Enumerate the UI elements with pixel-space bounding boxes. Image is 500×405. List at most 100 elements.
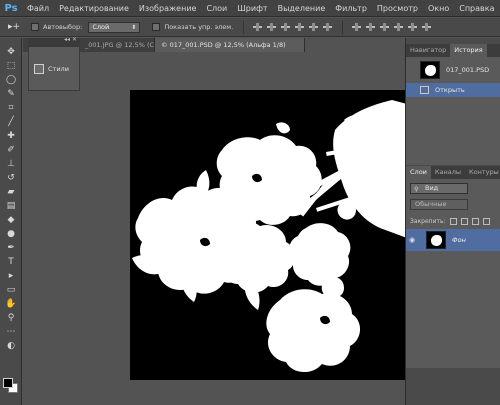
crop-icon[interactable]: ⌗ <box>4 102 18 114</box>
blend-mode-dropdown[interactable]: Обычные <box>410 199 468 210</box>
quick-select-icon[interactable]: ✎ <box>4 88 18 100</box>
styles-button[interactable]: Стили <box>34 62 76 76</box>
history-brush-icon[interactable]: ↺ <box>4 172 18 184</box>
alpha-channel-image <box>132 100 407 373</box>
distribute-bottom-icon[interactable] <box>379 22 390 32</box>
blend-mode-value: Обычные <box>415 200 447 208</box>
layers-panel: ⚲ Вид Обычные Закрепить: ◉ Фон <box>406 179 500 368</box>
tab-history[interactable]: История <box>450 44 487 57</box>
lock-row: Закрепить: <box>410 216 500 226</box>
pen-icon[interactable]: ✒ <box>4 242 18 254</box>
distribute-top-icon[interactable] <box>351 22 362 32</box>
collapse-icon[interactable]: ◂◂ ✕ <box>64 36 77 43</box>
history-snapshot[interactable]: 017_001.PSD <box>406 59 500 81</box>
styles-icon <box>34 64 44 74</box>
menu-image[interactable]: Изображение <box>134 0 202 17</box>
gradient-icon[interactable]: ▤ <box>4 200 18 212</box>
options-bar: ▸+ Автовыбор: Слой ⬍ Показать упр. элем. <box>0 18 500 37</box>
blur-icon[interactable]: ◆ <box>4 214 18 226</box>
snapshot-thumbnail <box>420 61 440 79</box>
photoshop-window: Ps Файл Редактирование Изображение Слои … <box>0 0 500 405</box>
healing-brush-icon[interactable]: ✚ <box>4 130 18 142</box>
brush-icon[interactable]: ✐ <box>4 144 18 156</box>
styles-label: Стили <box>48 65 69 73</box>
menu-filter[interactable]: Фильтр <box>330 0 372 17</box>
menu-window[interactable]: Окно <box>423 0 454 17</box>
lasso-icon[interactable]: ◯ <box>4 74 18 86</box>
autoselect-value: Слой <box>92 22 110 31</box>
tab-channels[interactable]: Каналы <box>431 166 465 179</box>
shape-icon[interactable]: ▭ <box>4 284 18 296</box>
zoom-icon[interactable]: ⚲ <box>4 312 18 324</box>
right-dock: Навигатор История 017_001.PSD Открыть Сл… <box>405 38 500 405</box>
menu-type[interactable]: Шрифт <box>232 0 272 17</box>
hand-icon[interactable]: ✋ <box>4 298 18 310</box>
document-canvas[interactable] <box>130 90 407 380</box>
separator <box>342 20 344 34</box>
lock-all-icon[interactable] <box>482 217 490 225</box>
eye-icon[interactable]: ◉ <box>409 236 419 244</box>
align-left-icon[interactable] <box>294 22 305 32</box>
menu-select[interactable]: Выделение <box>273 0 331 17</box>
distribute-right-icon[interactable] <box>421 22 432 32</box>
layers-panel-tabs: Слои Каналы Контуры <box>406 166 500 179</box>
lock-pixels-icon[interactable] <box>460 217 468 225</box>
snapshot-name: 017_001.PSD <box>446 66 490 74</box>
layer-row[interactable]: ◉ Фон <box>406 229 500 251</box>
tab-paths[interactable]: Контуры <box>465 166 500 179</box>
tab-document-2[interactable]: © 017_001.PSD @ 12,5% (Альфа 1/8) <box>155 38 305 52</box>
tab-navigator[interactable]: Навигатор <box>406 44 450 57</box>
clone-stamp-icon[interactable]: ⊥ <box>4 158 18 170</box>
move-tool-icon[interactable]: ▸+ <box>3 20 25 34</box>
align-top-icon[interactable] <box>252 22 263 32</box>
menu-help[interactable]: Справка <box>454 0 499 17</box>
lock-label: Закрепить: <box>410 217 446 225</box>
align-buttons <box>252 22 336 32</box>
menu-layers[interactable]: Слои <box>201 0 232 17</box>
history-panel-tabs: Навигатор История <box>406 44 500 57</box>
autoselect-dropdown[interactable]: Слой ⬍ <box>88 21 141 33</box>
lock-position-icon[interactable] <box>471 217 479 225</box>
marquee-icon[interactable]: ⬚ <box>4 60 18 72</box>
distribute-hcenter-icon[interactable] <box>407 22 418 32</box>
tab-layers[interactable]: Слои <box>406 166 431 179</box>
dodge-icon[interactable]: ● <box>4 228 18 240</box>
foreground-color-swatch[interactable] <box>3 378 13 388</box>
history-state-label: Открыть <box>435 86 465 94</box>
move-icon[interactable]: ✥ <box>4 46 18 58</box>
eyedropper-icon[interactable]: ╱ <box>4 116 18 128</box>
search-icon: ⚲ <box>414 186 419 193</box>
eraser-icon[interactable]: ▰ <box>4 186 18 198</box>
type-icon[interactable]: T <box>4 256 18 268</box>
align-right-icon[interactable] <box>322 22 333 32</box>
align-vcenter-icon[interactable] <box>266 22 277 32</box>
lock-transparency-icon[interactable] <box>449 217 457 225</box>
styles-panel-header[interactable]: ◂◂ ✕ <box>28 36 80 46</box>
layer-kind-filter[interactable]: ⚲ Вид <box>410 183 468 194</box>
show-controls-checkbox[interactable] <box>152 23 161 31</box>
layer-thumbnail <box>426 231 446 249</box>
history-panel: 017_001.PSD Открыть <box>406 57 500 165</box>
align-bottom-icon[interactable] <box>280 22 291 32</box>
app-logo: Ps <box>4 2 18 14</box>
history-state-open[interactable]: Открыть <box>406 83 500 97</box>
tools-panel: ✥ ⬚ ◯ ✎ ⌗ ╱ ✚ ✐ ⊥ ↺ ▰ ▤ ◆ ● ✒ T ▸ ▭ ✋ ⚲ … <box>0 38 22 405</box>
more-tools-icon[interactable]: ⋯ <box>4 326 18 338</box>
styles-panel: Стили <box>28 46 80 91</box>
menu-file[interactable]: Файл <box>22 0 54 17</box>
edit-toolbar-icon[interactable]: ◐ <box>4 340 18 352</box>
menu-edit[interactable]: Редактирование <box>54 0 134 17</box>
menu-view[interactable]: Просмотр <box>372 0 423 17</box>
document-tabs: _001.JPG @ 12,5% (Слой 0, RGB/8#) * © 01… <box>23 38 404 52</box>
separator <box>243 20 245 34</box>
align-hcenter-icon[interactable] <box>308 22 319 32</box>
autoselect-checkbox[interactable] <box>31 23 39 31</box>
layer-kind-value: Вид <box>425 184 439 192</box>
distribute-left-icon[interactable] <box>393 22 404 32</box>
layer-name: Фон <box>452 236 466 244</box>
chevron-down-icon: ⬍ <box>131 23 137 31</box>
autoselect-label: Автовыбор: <box>43 23 83 31</box>
path-select-icon[interactable]: ▸ <box>4 270 18 282</box>
distribute-buttons <box>351 22 435 32</box>
distribute-vcenter-icon[interactable] <box>365 22 376 32</box>
